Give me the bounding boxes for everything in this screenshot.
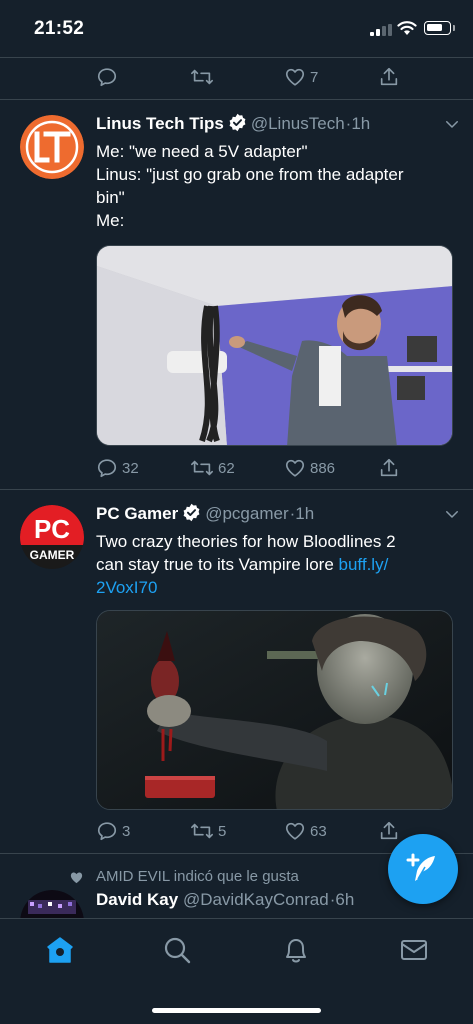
status-bar: 21:52	[0, 0, 473, 58]
tab-notifications[interactable]	[281, 935, 311, 965]
retweet-button[interactable]: 5	[190, 820, 226, 842]
tweet-text: Two crazy theories for how Bloodlines 2 …	[96, 530, 456, 599]
heart-icon	[285, 822, 305, 840]
timestamp: 6h	[335, 890, 355, 909]
reply-count: 3	[122, 822, 131, 840]
tweet-media-photo[interactable]	[96, 610, 453, 810]
reply-button[interactable]	[96, 66, 122, 88]
tweet-link[interactable]: buff.ly/	[339, 555, 389, 574]
battery-icon	[424, 21, 451, 35]
display-name[interactable]: Linus Tech Tips	[96, 114, 224, 133]
liked-heart-icon	[70, 872, 83, 884]
status-time: 21:52	[34, 18, 85, 39]
search-icon	[164, 937, 191, 964]
divider	[0, 489, 473, 490]
home-indicator[interactable]	[152, 1008, 321, 1013]
retweet-count: 62	[218, 459, 235, 477]
tab-messages[interactable]	[399, 935, 429, 965]
divider	[0, 99, 473, 100]
reply-button[interactable]: 3	[96, 820, 130, 842]
display-name[interactable]: PC Gamer	[96, 504, 178, 523]
pc-gamer-logo-icon: PC GAMER	[20, 505, 84, 569]
tweet-pc-gamer[interactable]: PC GAMER PC Gamer @pcgamer·1h Two crazy t…	[0, 503, 473, 853]
share-button[interactable]	[378, 820, 400, 842]
verified-badge-icon	[229, 113, 246, 132]
tweet-text: Me: "we need a 5V adapter" Linus: "just …	[96, 140, 456, 232]
retweet-button[interactable]: 62	[190, 457, 235, 479]
reply-icon	[97, 822, 117, 841]
avatar-text-pc: PC	[34, 514, 70, 544]
home-icon	[47, 937, 73, 963]
avatar[interactable]	[20, 890, 84, 918]
like-count: 7	[310, 68, 319, 86]
battery-tip	[453, 25, 455, 31]
like-button[interactable]: 886	[284, 457, 335, 479]
display-name[interactable]: David Kay	[96, 890, 178, 909]
retweet-icon	[191, 823, 213, 839]
tweet-media-photo[interactable]	[96, 245, 453, 446]
avatar[interactable]	[20, 115, 84, 179]
mail-icon	[401, 940, 427, 960]
divider	[0, 57, 473, 58]
share-icon	[380, 821, 398, 840]
retweet-icon	[191, 460, 213, 476]
tweet-text-part: can stay true to its Vampire lore	[96, 555, 339, 574]
david-kay-avatar-icon	[20, 890, 84, 918]
prev-tweet-actions: 7	[96, 66, 406, 90]
heart-icon	[285, 459, 305, 477]
share-button[interactable]	[378, 457, 400, 479]
avatar[interactable]: PC GAMER	[20, 505, 84, 569]
tweet-actions: 32 62 886	[96, 457, 406, 481]
tweet-header: PC Gamer @pcgamer·1h	[96, 503, 461, 525]
battery-level	[427, 24, 442, 31]
tweet-link[interactable]: 2VoxI70	[96, 576, 456, 599]
tweet-linus-tech-tips[interactable]: Linus Tech Tips @LinusTech·1h Me: "we nee…	[0, 113, 473, 489]
tab-search[interactable]	[162, 935, 192, 965]
tweet-text-line: Me: "we need a 5V adapter"	[96, 142, 308, 161]
tweet-actions: 3 5 63	[96, 820, 406, 844]
share-icon	[380, 67, 398, 86]
reply-button[interactable]: 32	[96, 457, 139, 479]
heart-icon	[285, 68, 305, 86]
compose-feather-icon	[406, 853, 435, 881]
reply-icon	[97, 459, 117, 478]
tweet-text-line: Linus: "just go grab one from the adapte…	[96, 165, 404, 184]
wifi-icon	[397, 21, 417, 35]
ltt-logo-icon	[20, 115, 84, 179]
chevron-down-icon[interactable]	[443, 115, 461, 133]
verified-badge-icon	[183, 503, 200, 522]
timestamp: 1h	[295, 504, 315, 523]
office-photo	[97, 246, 452, 445]
share-icon	[380, 458, 398, 477]
retweet-button[interactable]	[190, 66, 218, 88]
retweet-count: 5	[218, 822, 227, 840]
handle: @pcgamer	[205, 504, 289, 523]
avatar-text-gamer: GAMER	[30, 548, 75, 562]
timestamp: 1h	[351, 114, 371, 133]
reply-icon	[97, 68, 117, 87]
reply-count: 32	[122, 459, 139, 477]
tweet-text-line: Me:	[96, 211, 125, 230]
retweet-icon	[191, 69, 213, 85]
social-context: AMID EVIL indicó que le gusta	[96, 868, 299, 885]
like-button[interactable]: 7	[284, 66, 318, 88]
like-count: 886	[310, 459, 336, 477]
cellular-signal-icon	[370, 24, 392, 36]
twitter-timeline-screen: 21:52 7 Linus Tech Tips @LinusTech·1h Me…	[0, 0, 473, 1024]
tab-home[interactable]	[45, 935, 75, 965]
vampire-game-screenshot	[97, 611, 452, 809]
tweet-text-line: bin"	[96, 188, 125, 207]
handle: @DavidKayConrad	[182, 890, 329, 909]
compose-tweet-button[interactable]	[388, 834, 458, 904]
chevron-down-icon[interactable]	[443, 505, 461, 523]
share-button[interactable]	[378, 66, 400, 88]
bell-icon	[286, 939, 306, 963]
like-button[interactable]: 63	[284, 820, 327, 842]
tweet-text-line: Two crazy theories for how Bloodlines 2	[96, 532, 396, 551]
handle: @LinusTech	[250, 114, 345, 133]
tweet-text-line: can stay true to its Vampire lore buff.l…	[96, 553, 456, 576]
tweet-header: Linus Tech Tips @LinusTech·1h	[96, 113, 461, 135]
like-count: 63	[310, 822, 327, 840]
